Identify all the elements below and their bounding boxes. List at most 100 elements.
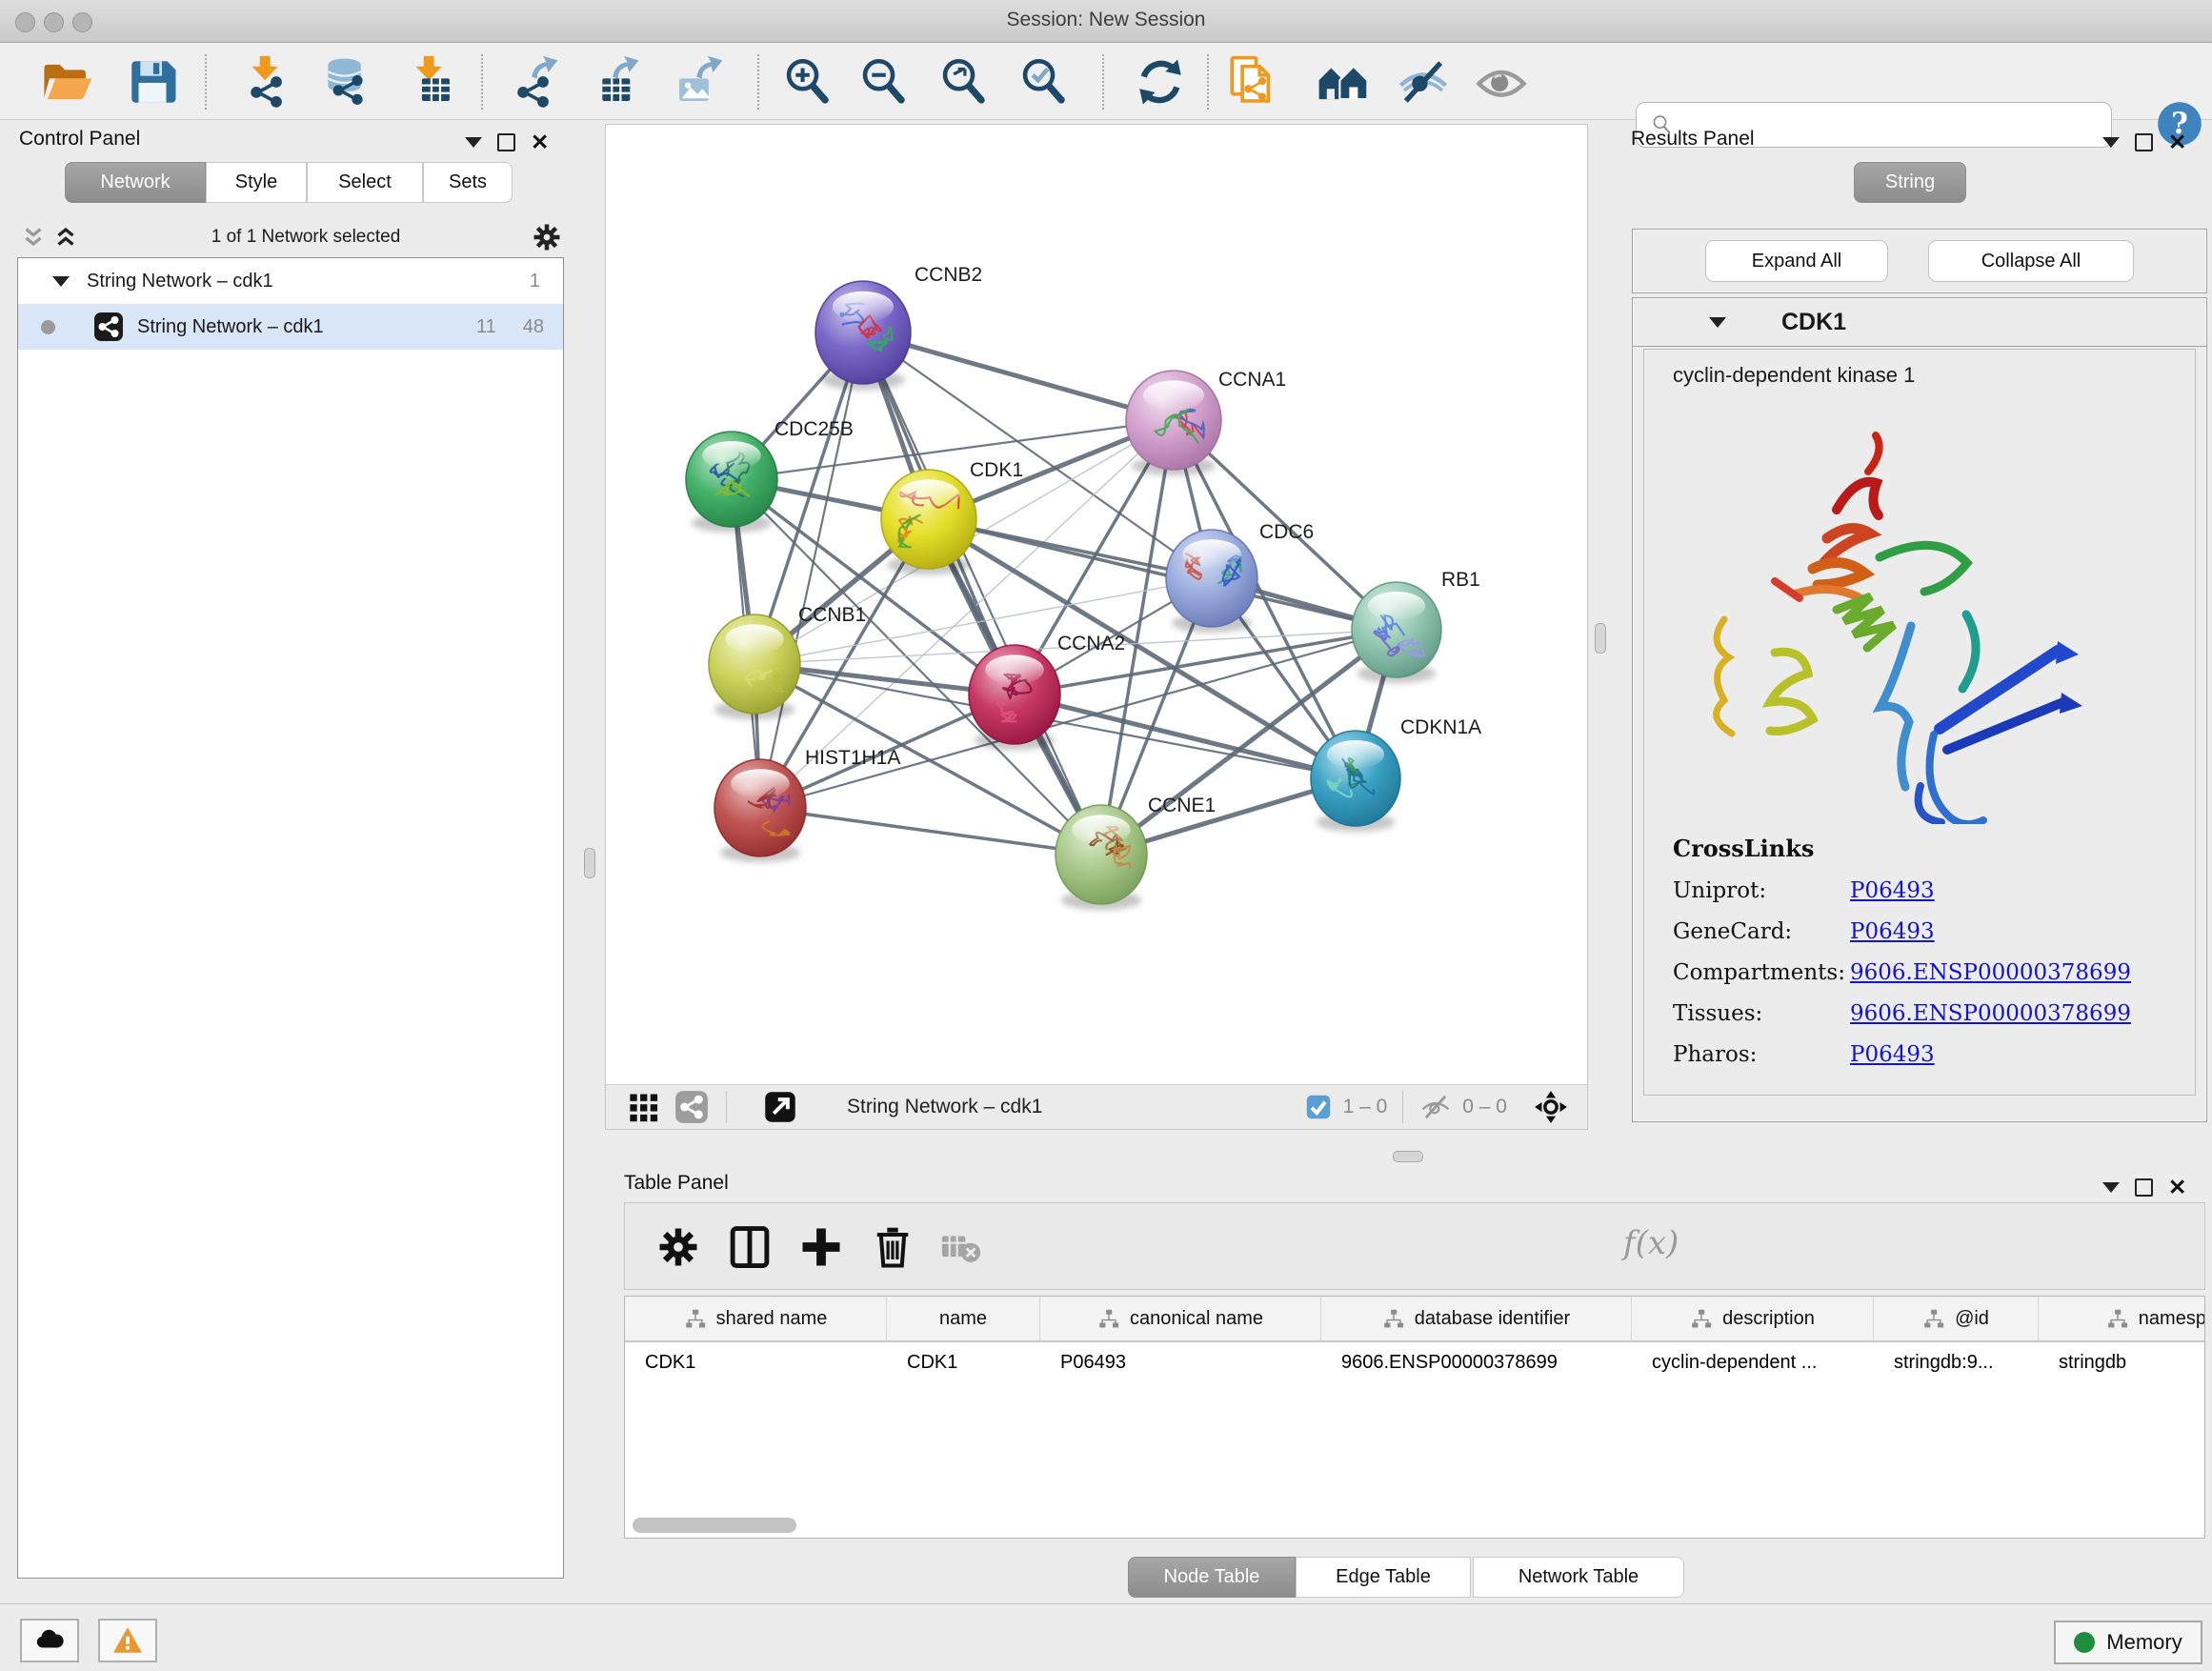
column-header--id[interactable]: @id: [1874, 1297, 2039, 1340]
import-network-icon[interactable]: [237, 54, 296, 110]
zoom-fit-icon[interactable]: [935, 54, 994, 110]
column-header-canonical-name[interactable]: canonical name: [1040, 1297, 1321, 1340]
table-cell[interactable]: stringdb:9...: [1874, 1342, 2039, 1382]
left-splitter-handle[interactable]: [584, 848, 595, 878]
first-neighbors-icon[interactable]: [1314, 54, 1373, 110]
panel-close-icon[interactable]: ✕: [531, 135, 549, 150]
tab-edge-table[interactable]: Edge Table: [1296, 1557, 1471, 1598]
node-table[interactable]: shared namenamecanonical namedatabase id…: [624, 1296, 2205, 1539]
column-header-shared-name[interactable]: shared name: [625, 1297, 887, 1340]
open-folder-icon[interactable]: [37, 54, 96, 110]
cloud-button[interactable]: [20, 1619, 79, 1662]
import-database-icon[interactable]: [320, 54, 379, 110]
table-cell[interactable]: stringdb: [2039, 1342, 2205, 1382]
memory-button[interactable]: Memory: [2054, 1621, 2202, 1664]
tab-sets[interactable]: Sets: [423, 162, 513, 203]
table-cell[interactable]: CDK1: [887, 1342, 1040, 1382]
export-table-icon[interactable]: [585, 54, 644, 110]
selected-checkbox-icon[interactable]: [1305, 1094, 1332, 1120]
bottom-splitter-handle[interactable]: [1393, 1151, 1423, 1162]
node-HIST1H1A[interactable]: [714, 759, 806, 862]
zoom-selected-icon[interactable]: [1015, 54, 1074, 110]
node-CCNB2[interactable]: [815, 281, 911, 390]
column-header-namespace[interactable]: namespace: [2039, 1297, 2205, 1340]
network-collection-row[interactable]: String Network – cdk1 1: [18, 258, 563, 304]
birdseye-grid-icon[interactable]: [627, 1090, 661, 1124]
column-header-database-identifier[interactable]: database identifier: [1321, 1297, 1632, 1340]
panel-float-icon[interactable]: [497, 133, 515, 151]
expand-all-button[interactable]: Expand All: [1705, 240, 1888, 282]
edge-CDK1-RB1[interactable]: [929, 519, 1397, 630]
delete-column-icon[interactable]: [868, 1222, 917, 1272]
network-graph[interactable]: CCNB2CCNA1CDC25BCDK1CDC6RB1CCNB1CCNA2CDK…: [606, 125, 1587, 1085]
save-session-icon[interactable]: [123, 54, 182, 110]
table-row[interactable]: CDK1CDK1P064939606.ENSP00000378699cyclin…: [625, 1342, 2204, 1382]
node-CDC25B[interactable]: [686, 432, 777, 533]
node-CCNA2[interactable]: [969, 645, 1060, 750]
panel-close-icon[interactable]: ✕: [2168, 1180, 2186, 1195]
node-CDK1[interactable]: [881, 470, 976, 574]
table-cell[interactable]: cyclin-dependent ...: [1632, 1342, 1874, 1382]
import-table-icon[interactable]: [401, 54, 460, 110]
add-column-icon[interactable]: [796, 1222, 846, 1272]
export-image-icon[interactable]: [669, 54, 728, 110]
tab-network-table[interactable]: Network Table: [1473, 1557, 1684, 1598]
crosslink-link[interactable]: P06493: [1850, 878, 1935, 903]
hide-selected-icon[interactable]: [1394, 54, 1453, 110]
panel-collapse-icon[interactable]: [2102, 1182, 2120, 1193]
fit-content-crosshair-icon[interactable]: [1534, 1090, 1568, 1124]
crosslink-link[interactable]: 9606.ENSP00000378699: [1850, 1001, 2131, 1026]
crosslink-link[interactable]: 9606.ENSP00000378699: [1850, 960, 2131, 985]
results-gene-header[interactable]: CDK1: [1632, 297, 2207, 347]
right-splitter-handle[interactable]: [1595, 623, 1606, 654]
panel-collapse-icon[interactable]: [2102, 137, 2120, 148]
node-CCNE1[interactable]: [1056, 805, 1147, 910]
show-all-icon[interactable]: [1472, 54, 1531, 110]
node-CCNA1[interactable]: [1126, 371, 1221, 475]
network-row[interactable]: String Network – cdk1 11 48: [18, 304, 563, 350]
node-CDKN1A[interactable]: [1311, 731, 1400, 832]
refresh-icon[interactable]: [1131, 54, 1190, 110]
collapse-all-button[interactable]: Collapse All: [1928, 240, 2134, 282]
zoom-out-icon[interactable]: [855, 54, 914, 110]
node-CCNB1[interactable]: [709, 614, 800, 719]
panel-close-icon[interactable]: ✕: [2168, 135, 2186, 150]
warning-button[interactable]: [98, 1619, 157, 1662]
node-RB1[interactable]: [1352, 582, 1441, 683]
edge-HIST1H1A-CCNE1[interactable]: [760, 808, 1101, 855]
new-network-from-selection-icon[interactable]: [1223, 54, 1282, 110]
crosslink-link[interactable]: P06493: [1850, 1042, 1935, 1067]
crosslink-link[interactable]: P06493: [1850, 919, 1935, 944]
tab-node-table[interactable]: Node Table: [1128, 1557, 1296, 1598]
column-header-description[interactable]: description: [1632, 1297, 1874, 1340]
open-in-window-icon[interactable]: [763, 1090, 797, 1124]
string-view-icon[interactable]: [674, 1090, 709, 1124]
table-cell[interactable]: 9606.ENSP00000378699: [1321, 1342, 1632, 1382]
export-network-icon[interactable]: [504, 54, 563, 110]
tab-network[interactable]: Network: [65, 162, 206, 203]
scrollbar-thumb[interactable]: [633, 1518, 796, 1533]
node-CDC6[interactable]: [1166, 530, 1257, 633]
panel-collapse-icon[interactable]: [465, 137, 482, 148]
table-horizontal-scrollbar[interactable]: [627, 1516, 2201, 1535]
table-gear-icon[interactable]: [654, 1222, 703, 1272]
tree-expand-icon[interactable]: [52, 276, 70, 287]
tab-select[interactable]: Select: [307, 162, 423, 203]
expand-all-icon[interactable]: [50, 223, 82, 252]
toolbar-separator: [757, 54, 759, 110]
tab-style[interactable]: Style: [206, 162, 307, 203]
section-collapse-icon[interactable]: [1709, 317, 1726, 328]
table-cell[interactable]: P06493: [1040, 1342, 1321, 1382]
column-header-name[interactable]: name: [887, 1297, 1040, 1340]
edge-CCNB2-HIST1H1A[interactable]: [760, 332, 863, 808]
split-columns-icon[interactable]: [725, 1222, 774, 1272]
gear-icon[interactable]: [530, 220, 564, 254]
table-cell[interactable]: CDK1: [625, 1342, 887, 1382]
network-view[interactable]: CCNB2CCNA1CDC25BCDK1CDC6RB1CCNB1CCNA2CDK…: [605, 124, 1588, 1130]
zoom-in-icon[interactable]: [778, 54, 837, 110]
collapse-all-icon[interactable]: [17, 223, 50, 252]
panel-float-icon[interactable]: [2135, 133, 2153, 151]
tab-string[interactable]: String: [1854, 162, 1966, 203]
edge-CCNB2-CCNE1[interactable]: [863, 332, 1101, 855]
panel-float-icon[interactable]: [2135, 1178, 2153, 1197]
